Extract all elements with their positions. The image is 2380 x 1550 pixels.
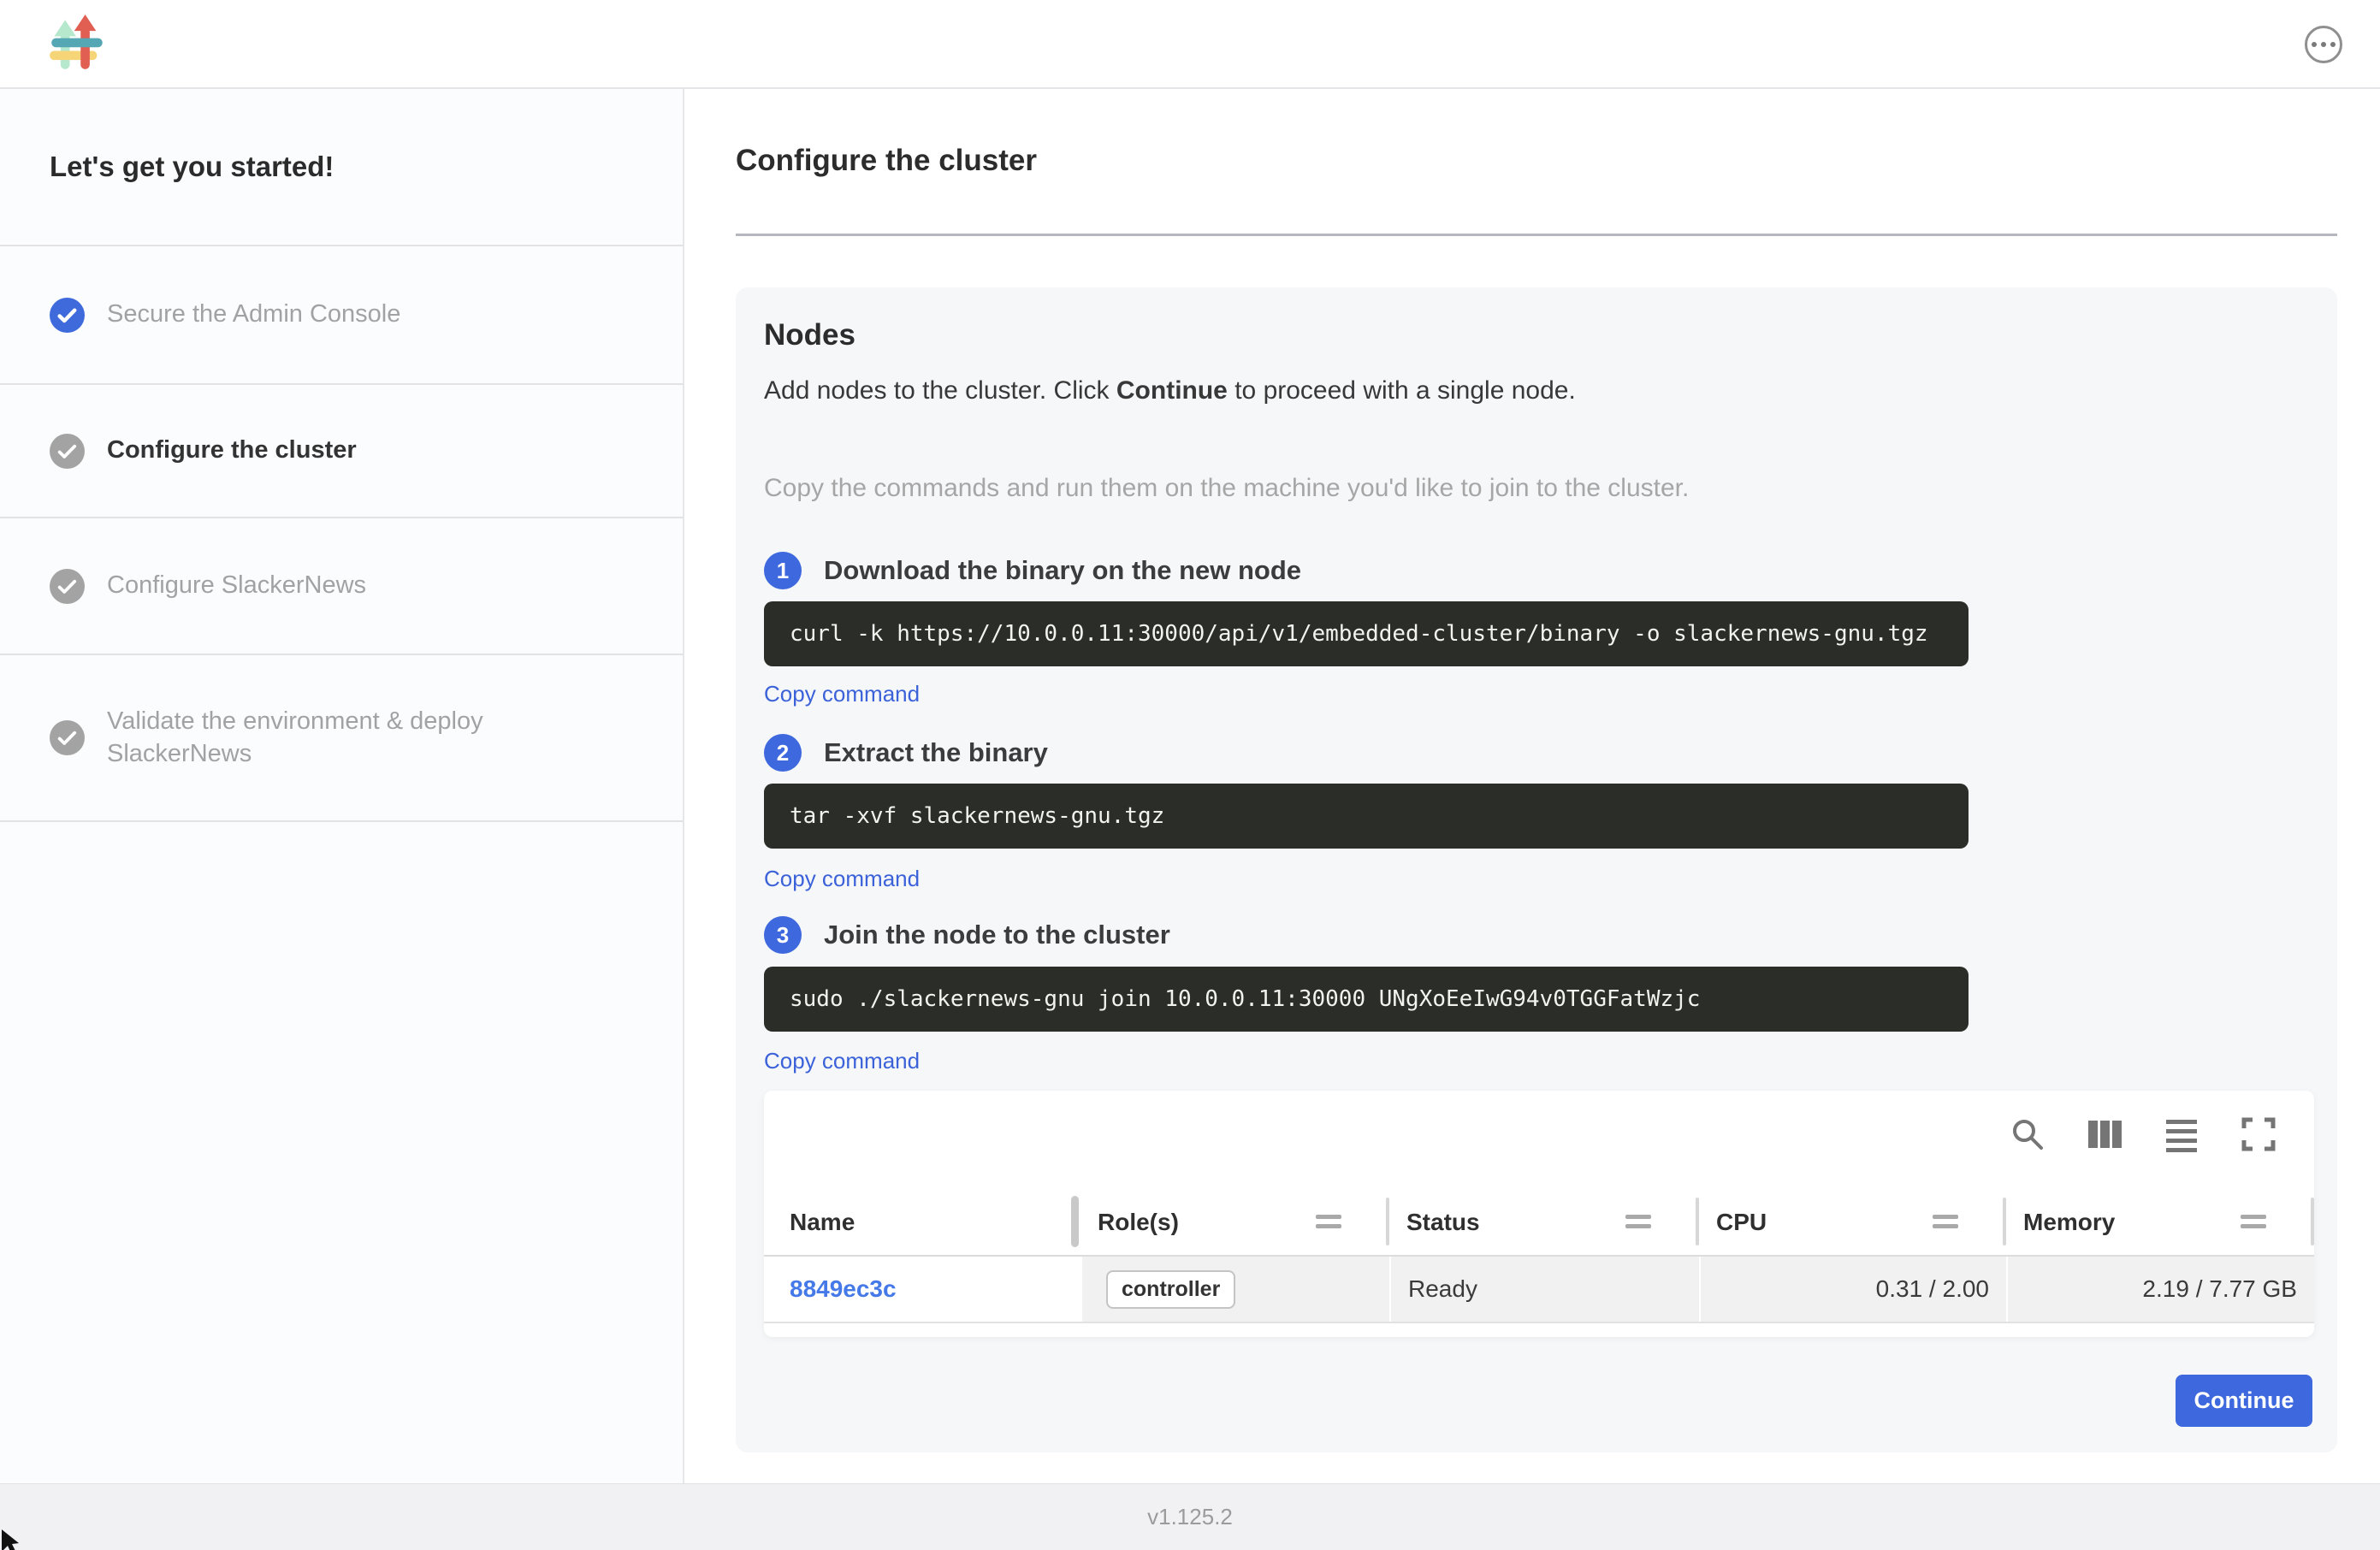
node-name-link[interactable]: 8849ec3c [790,1275,897,1303]
step-2-command-code: tar -xvf slackernews-gnu.tgz [764,784,1969,849]
main-content: Configure the cluster Nodes Add nodes to… [684,89,2380,1484]
column-header-status[interactable]: Status [1389,1189,1699,1255]
column-header-memory[interactable]: Memory [2006,1189,2314,1255]
check-circle-gray-icon [50,569,85,604]
table-row: 8849ec3c controller Ready 0.31 / 2.00 2.… [764,1257,2314,1323]
nodes-intro-text: Add nodes to the cluster. Click Continue… [764,376,1576,405]
table-header: Name Role(s) Status [764,1189,2314,1257]
step-1-title: Download the binary on the new node [824,555,1301,586]
step-1-number-badge: 1 [764,552,802,589]
step-2-number-badge: 2 [764,734,802,772]
step-1-heading: 1 Download the binary on the new node [764,552,1301,589]
continue-button[interactable]: Continue [2176,1375,2312,1427]
join-instruction-text: Copy the commands and run them on the ma… [764,474,1689,503]
drag-handle-icon[interactable] [1625,1215,1651,1228]
table-body: 8849ec3c controller Ready 0.31 / 2.00 2.… [764,1257,2314,1323]
step-2-title: Extract the binary [824,737,1048,768]
step-3-copy-command-link[interactable]: Copy command [764,1048,920,1074]
drag-handle-icon[interactable] [2241,1215,2266,1228]
nodes-card: Nodes Add nodes to the cluster. Click Co… [736,287,2337,1452]
drag-handle-icon[interactable] [1933,1215,1958,1228]
slackernews-logo-icon [48,14,106,74]
sidebar-step-validate-deploy: Validate the environment & deploy Slacke… [0,655,683,822]
page-title: Configure the cluster [736,144,1037,178]
density-icon[interactable] [2162,1115,2201,1154]
column-header-roles[interactable]: Role(s) [1080,1189,1389,1255]
search-icon[interactable] [2008,1115,2047,1154]
title-divider [736,234,2337,236]
sidebar-step-label: Configure the cluster [107,435,357,466]
column-resize-handle[interactable] [1071,1196,1079,1247]
sidebar-step-configure-cluster: Configure the cluster [0,385,683,518]
ellipsis-icon [2312,42,2317,47]
table-toolbar [2008,1115,2278,1154]
sidebar-step-label: Configure SlackerNews [107,570,366,601]
nodes-table-panel: Name Role(s) Status [764,1091,2314,1337]
column-header-cpu[interactable]: CPU [1699,1189,2006,1255]
drag-handle-icon[interactable] [1316,1215,1341,1228]
check-circle-blue-icon [50,298,85,333]
step-3-title: Join the node to the cluster [824,920,1170,950]
sidebar-step-secure-admin-console: Secure the Admin Console [0,246,683,385]
sidebar-step-configure-slackernews: Configure SlackerNews [0,518,683,655]
version-label: v1.125.2 [1147,1504,1233,1530]
setup-sidebar: Let's get you started! Secure the Admin … [0,89,684,1484]
nodes-table: Name Role(s) Status [764,1189,2314,1323]
step-2-heading: 2 Extract the binary [764,734,1048,772]
step-3-heading: 3 Join the node to the cluster [764,916,1170,954]
more-options-button[interactable] [2305,26,2342,63]
node-cpu-cell: 0.31 / 2.00 [1699,1257,2006,1322]
column-resize-handle[interactable] [2311,1198,2314,1245]
sidebar-step-label: Secure the Admin Console [107,299,400,330]
node-memory-cell: 2.19 / 7.77 GB [2006,1257,2314,1322]
node-status-cell: Ready [1389,1257,1699,1322]
nodes-section-title: Nodes [764,318,855,352]
step-2-copy-command-link[interactable]: Copy command [764,866,920,892]
columns-icon[interactable] [2085,1115,2124,1154]
step-3-number-badge: 3 [764,916,802,954]
role-badge: controller [1106,1270,1235,1309]
sidebar-step-label: Validate the environment & deploy Slacke… [107,706,569,769]
node-roles-cell: controller [1080,1257,1389,1322]
admin-console-app: Let's get you started! Secure the Admin … [0,0,2380,1550]
step-3-command-code: sudo ./slackernews-gnu join 10.0.0.11:30… [764,967,1969,1032]
check-circle-gray-icon [50,434,85,469]
step-1-copy-command-link[interactable]: Copy command [764,681,920,707]
top-header [0,0,2380,89]
page-footer: v1.125.2 [0,1483,2380,1550]
mouse-cursor [0,1529,22,1550]
check-circle-gray-icon [50,720,85,755]
step-1-command-code: curl -k https://10.0.0.11:30000/api/v1/e… [764,601,1969,666]
node-name-cell: 8849ec3c [764,1257,1080,1322]
column-header-name[interactable]: Name [764,1189,1080,1255]
sidebar-title: Let's get you started! [0,89,683,246]
fullscreen-icon[interactable] [2239,1115,2278,1154]
